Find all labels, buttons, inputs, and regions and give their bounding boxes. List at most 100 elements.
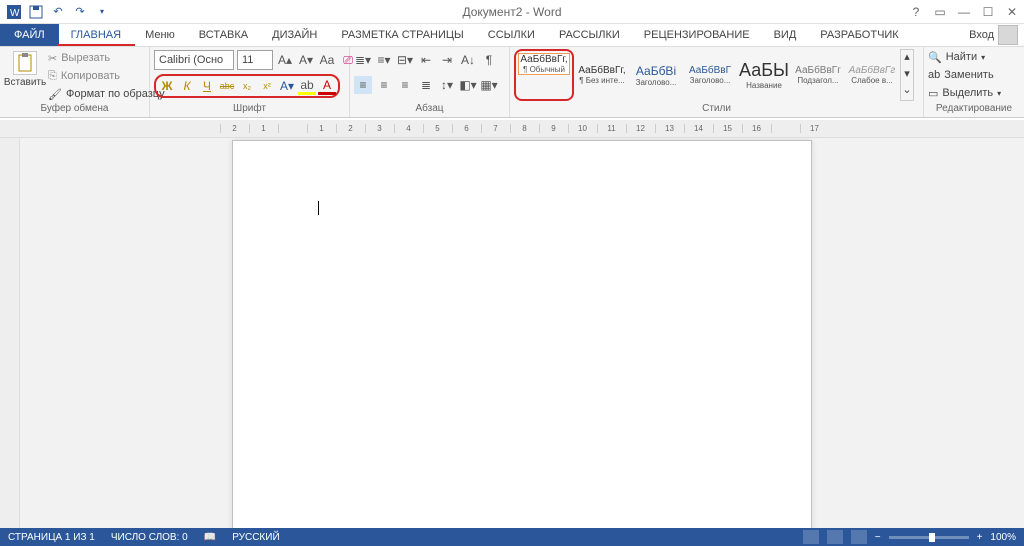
ribbon-display-button[interactable]: ▭ bbox=[928, 0, 952, 24]
qat-more-icon[interactable]: ▾ bbox=[94, 4, 110, 20]
titlebar: W ↶ ↷ ▾ Документ2 - Word ? ▭ — ☐ ✕ bbox=[0, 0, 1024, 24]
group-paragraph: ≣▾ ≡▾ ⊟▾ ⇤ ⇥ A↓ ¶ ≡ ≡ ≡ ≣ ↕▾ ◧▾ ▦▾ Абзац bbox=[350, 47, 510, 117]
vertical-ruler[interactable] bbox=[0, 138, 20, 528]
show-marks-icon[interactable]: ¶ bbox=[480, 51, 498, 69]
subscript-button[interactable]: x₂ bbox=[238, 77, 256, 95]
group-label-paragraph: Абзац bbox=[354, 103, 505, 117]
zoom-slider[interactable] bbox=[889, 536, 969, 539]
font-format-highlight: Ж К Ч abc x₂ x² A▾ ab A bbox=[154, 74, 340, 98]
group-label-font: Шрифт bbox=[154, 103, 345, 117]
tab-review[interactable]: РЕЦЕНЗИРОВАНИЕ bbox=[632, 24, 762, 46]
tab-developer[interactable]: РАЗРАБОТЧИК bbox=[808, 24, 910, 46]
status-page[interactable]: СТРАНИЦА 1 ИЗ 1 bbox=[8, 532, 95, 543]
group-editing: 🔍Найти▾ abЗаменить ▭Выделить▾ Редактиров… bbox=[924, 47, 1024, 117]
zoom-in-button[interactable]: + bbox=[977, 532, 983, 543]
cut-button[interactable]: ✂Вырезать bbox=[48, 49, 165, 67]
group-styles: АаБбВвГг, ¶ Обычный АаБбВвГг, ¶ Без инте… bbox=[510, 47, 924, 117]
bold-button[interactable]: Ж bbox=[158, 77, 176, 95]
ribbon: Вставить ✂Вырезать ⎘Копировать 🖌Формат п… bbox=[0, 46, 1024, 118]
zoom-level[interactable]: 100% bbox=[990, 532, 1016, 543]
style-heading1[interactable]: АаБбВі Заголово... bbox=[630, 49, 682, 101]
style-no-spacing[interactable]: АаБбВвГг, ¶ Без инте... bbox=[576, 49, 628, 101]
status-proof-icon[interactable]: 📖 bbox=[204, 532, 216, 543]
horizontal-ruler[interactable]: 211234567891011121314151617 bbox=[0, 120, 1024, 138]
tab-menu[interactable]: Меню bbox=[133, 24, 187, 46]
tab-file[interactable]: ФАЙЛ bbox=[0, 24, 59, 46]
zoom-out-button[interactable]: − bbox=[875, 532, 881, 543]
change-case-icon[interactable]: Aa bbox=[318, 51, 336, 69]
styles-more-button[interactable]: ▴▾⌄ bbox=[900, 49, 914, 101]
justify-icon[interactable]: ≣ bbox=[417, 76, 435, 94]
style-subtitle[interactable]: АаБбВвГг Подзагол... bbox=[792, 49, 844, 101]
replace-button[interactable]: abЗаменить bbox=[928, 67, 1001, 83]
underline-button[interactable]: Ч bbox=[198, 77, 216, 95]
status-language[interactable]: РУССКИЙ bbox=[232, 532, 279, 543]
window-controls: ? ▭ — ☐ ✕ bbox=[904, 0, 1024, 24]
multilevel-icon[interactable]: ⊟▾ bbox=[396, 51, 414, 69]
superscript-button[interactable]: x² bbox=[258, 77, 276, 95]
undo-icon[interactable]: ↶ bbox=[50, 4, 66, 20]
borders-icon[interactable]: ▦▾ bbox=[480, 76, 498, 94]
view-web-icon[interactable] bbox=[851, 530, 867, 544]
indent-right-icon[interactable]: ⇥ bbox=[438, 51, 456, 69]
tab-view[interactable]: ВИД bbox=[762, 24, 809, 46]
paste-icon bbox=[13, 51, 37, 75]
sort-icon[interactable]: A↓ bbox=[459, 51, 477, 69]
save-icon[interactable] bbox=[28, 4, 44, 20]
svg-text:W: W bbox=[10, 8, 20, 19]
copy-icon: ⎘ bbox=[48, 70, 57, 83]
styles-gallery[interactable]: АаБбВвГг, ¶ Обычный АаБбВвГг, ¶ Без инте… bbox=[514, 49, 914, 101]
style-normal[interactable]: АаБбВвГг, ¶ Обычный bbox=[518, 53, 570, 75]
font-color-icon[interactable]: A bbox=[318, 77, 336, 95]
bullets-icon[interactable]: ≣▾ bbox=[354, 51, 372, 69]
quick-access-toolbar: W ↶ ↷ ▾ bbox=[0, 4, 110, 20]
style-subtle[interactable]: АаБбВвГг Слабое в... bbox=[846, 49, 898, 101]
tab-home[interactable]: ГЛАВНАЯ bbox=[59, 24, 133, 46]
align-center-icon[interactable]: ≡ bbox=[375, 76, 393, 94]
style-title[interactable]: АаБЫ Название bbox=[738, 49, 790, 101]
group-font: Calibri (Осно 11 A▴ A▾ Aa ⎚ Ж К Ч abc x₂… bbox=[150, 47, 350, 117]
view-read-icon[interactable] bbox=[803, 530, 819, 544]
status-words[interactable]: ЧИСЛО СЛОВ: 0 bbox=[111, 532, 188, 543]
paste-button[interactable]: Вставить bbox=[4, 49, 46, 90]
page[interactable] bbox=[232, 140, 812, 528]
line-spacing-icon[interactable]: ↕▾ bbox=[438, 76, 456, 94]
align-right-icon[interactable]: ≡ bbox=[396, 76, 414, 94]
group-clipboard: Вставить ✂Вырезать ⎘Копировать 🖌Формат п… bbox=[0, 47, 150, 117]
style-heading2[interactable]: АаБбВвГ Заголово... bbox=[684, 49, 736, 101]
grow-font-icon[interactable]: A▴ bbox=[276, 51, 294, 69]
group-label-clipboard: Буфер обмена bbox=[4, 103, 145, 117]
shrink-font-icon[interactable]: A▾ bbox=[297, 51, 315, 69]
numbering-icon[interactable]: ≡▾ bbox=[375, 51, 393, 69]
tab-design[interactable]: ДИЗАЙН bbox=[260, 24, 329, 46]
statusbar: СТРАНИЦА 1 ИЗ 1 ЧИСЛО СЛОВ: 0 📖 РУССКИЙ … bbox=[0, 528, 1024, 546]
shading-icon[interactable]: ◧▾ bbox=[459, 76, 477, 94]
format-painter-button[interactable]: 🖌Формат по образцу bbox=[48, 85, 165, 103]
strike-button[interactable]: abc bbox=[218, 77, 236, 95]
select-button[interactable]: ▭Выделить▾ bbox=[928, 85, 1001, 101]
font-name-combo[interactable]: Calibri (Осно bbox=[154, 50, 234, 70]
align-left-icon[interactable]: ≡ bbox=[354, 76, 372, 94]
italic-button[interactable]: К bbox=[178, 77, 196, 95]
font-size-combo[interactable]: 11 bbox=[237, 50, 273, 70]
copy-button[interactable]: ⎘Копировать bbox=[48, 67, 165, 85]
replace-icon: ab bbox=[928, 69, 940, 81]
sign-in-label: Вход bbox=[969, 29, 994, 41]
tab-layout[interactable]: РАЗМЕТКА СТРАНИЦЫ bbox=[329, 24, 475, 46]
select-icon: ▭ bbox=[928, 87, 938, 100]
tab-mailings[interactable]: РАССЫЛКИ bbox=[547, 24, 632, 46]
close-button[interactable]: ✕ bbox=[1000, 0, 1024, 24]
tab-references[interactable]: ССЫЛКИ bbox=[476, 24, 547, 46]
help-button[interactable]: ? bbox=[904, 0, 928, 24]
minimize-button[interactable]: — bbox=[952, 0, 976, 24]
maximize-button[interactable]: ☐ bbox=[976, 0, 1000, 24]
tab-insert[interactable]: ВСТАВКА bbox=[187, 24, 260, 46]
sign-in[interactable]: Вход bbox=[969, 24, 1018, 46]
indent-left-icon[interactable]: ⇤ bbox=[417, 51, 435, 69]
redo-icon[interactable]: ↷ bbox=[72, 4, 88, 20]
view-print-icon[interactable] bbox=[827, 530, 843, 544]
highlight-color-icon[interactable]: ab bbox=[298, 77, 316, 95]
text-effects-icon[interactable]: A▾ bbox=[278, 77, 296, 95]
ribbon-tabs: ФАЙЛ ГЛАВНАЯ Меню ВСТАВКА ДИЗАЙН РАЗМЕТК… bbox=[0, 24, 1024, 46]
find-button[interactable]: 🔍Найти▾ bbox=[928, 49, 1001, 65]
